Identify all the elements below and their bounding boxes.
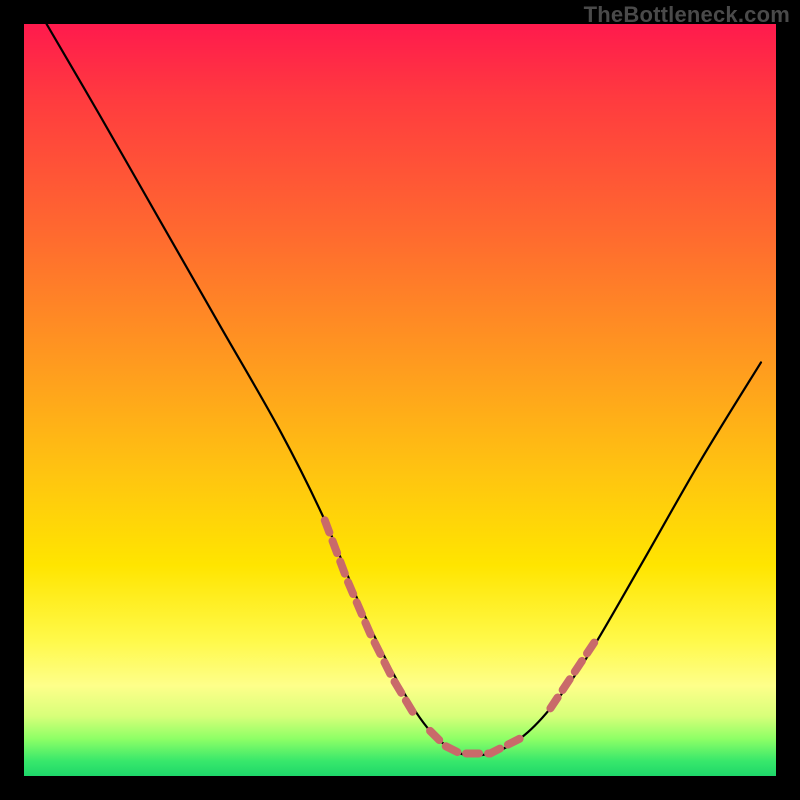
plot-area	[24, 24, 776, 776]
highlight-valley	[430, 731, 520, 754]
curve-layer	[24, 24, 776, 776]
highlight-left-descent	[325, 520, 415, 716]
highlight-right-ascent	[550, 641, 595, 709]
bottleneck-curve	[47, 24, 761, 756]
chart-frame: TheBottleneck.com	[0, 0, 800, 800]
